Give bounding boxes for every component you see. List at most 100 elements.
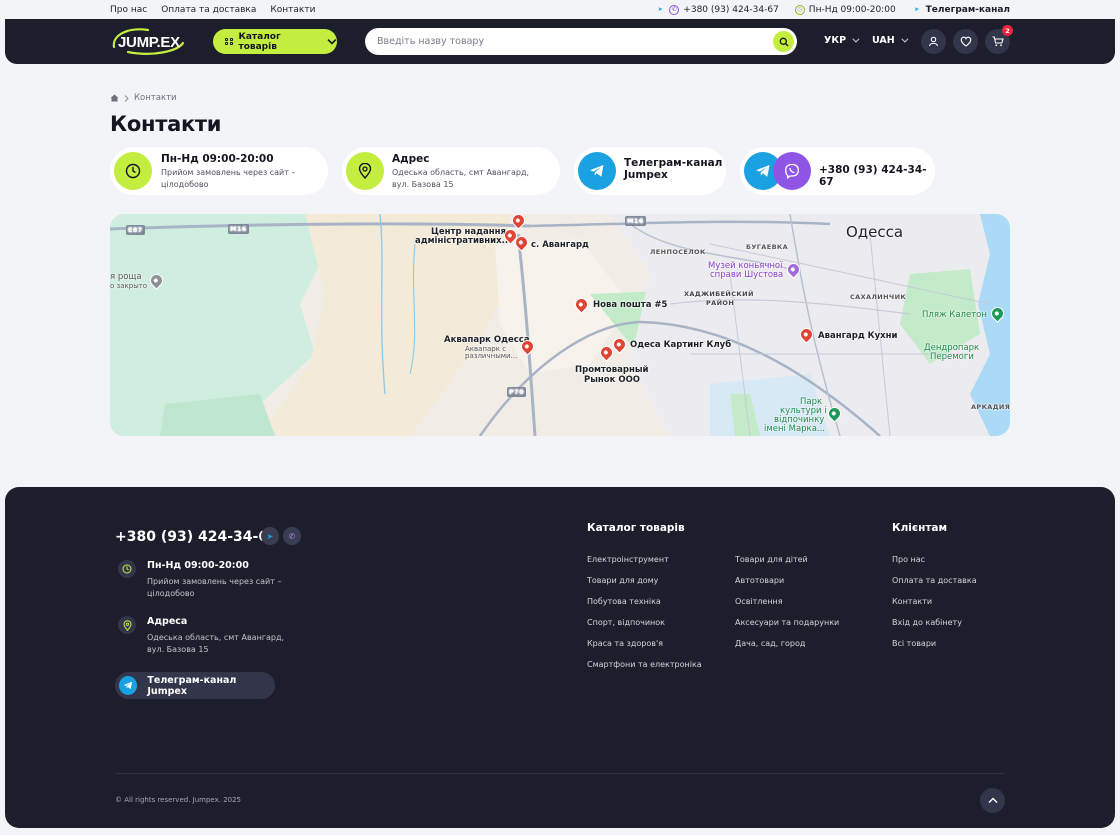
map-label-karting-club: Одеса Картинг Клуб [630,340,732,350]
footer-link-kids[interactable]: Товари для дітей [735,555,839,576]
address-card: Адрес Одеська область, смт Авангард, вул… [342,147,560,195]
top-hours: ◷ Пн-Нд 09:00-20:00 [794,4,896,15]
address-card-line2: вул. Базова 15 [392,180,454,189]
telegram-card-line1: Телеграм-канал [624,157,723,169]
map-label-neighborhood: САХАЛИНЧИК [850,293,907,301]
home-icon[interactable] [110,94,119,102]
search-button[interactable] [773,31,794,52]
footer-address-line1: Одеська область, смт Авангард, [147,633,285,642]
map-label-park: імені Марка... [764,424,826,434]
telegram-icon[interactable]: ➤ [261,527,279,545]
wishlist-button[interactable] [953,29,978,54]
footer-telegram-label: Телеграм-канал Jumpex [147,674,237,697]
footer-phone[interactable]: +380 (93) 424-34-67 [115,529,278,545]
currency-value: UAH [872,35,895,46]
footer-link-home-goods[interactable]: Товари для дому [587,576,702,597]
catalog-button-label: Каталог товарів [238,31,281,52]
chevron-down-icon [901,35,909,43]
footer-catalog-title: Каталог товарів [587,522,685,534]
footer-address-desc: Одеська область, смт Авангард, вул. Базов… [147,632,284,656]
footer-link-auto[interactable]: Автотовари [735,576,839,597]
logo[interactable]: JUMP.EX [108,25,188,57]
footer-hours-line1: Прийом замовлень через сайт – [147,577,282,586]
map-label-dendropark: Перемоги [930,352,974,362]
footer-link-lighting[interactable]: Освітлення [735,597,839,618]
footer-link-all-products[interactable]: Всі товари [892,639,977,660]
footer-link-accessories[interactable]: Аксесуари та подарунки [735,618,839,639]
map-label-market: Рынок ООО [584,375,641,385]
top-phone-text[interactable]: +380 (93) 424-34-67 [683,5,779,15]
hours-card-title: Пн-Нд 09:00-20:00 [161,153,274,165]
currency-selector[interactable]: UAH [872,35,909,46]
map-label-avangard: с. Авангард [531,240,589,250]
viber-icon[interactable]: ✆ [669,4,680,15]
top-telegram-text[interactable]: Телеграм-канал [926,5,1010,15]
address-card-line1: Одеська область, смт Авангард, [392,168,530,177]
telegram-icon [578,152,616,190]
top-link-payment-delivery[interactable]: Оплата та доставка [161,5,256,15]
telegram-icon: ➤ [914,5,920,13]
footer: +380 (93) 424-34-67 ➤ ✆ Пн-Нд 09:00-20:0… [5,487,1115,828]
chevron-up-icon [988,797,997,803]
telegram-card[interactable]: Телеграм-канал Jumpex [574,147,726,195]
map-label-admin-center: адміністративних... [415,236,512,246]
footer-hours-line2: цілодобово [147,589,195,598]
top-nav: Про нас Оплата та доставка Контакти [110,5,315,15]
page-title: Контакти [110,112,222,136]
footer-clients-list: Про нас Оплата та доставка Контакти Вхід… [892,555,977,660]
scroll-to-top-button[interactable] [980,788,1005,813]
search-icon [779,37,788,46]
map-label-grove-closed: о закрыто [110,282,148,290]
top-link-about[interactable]: Про нас [110,5,147,15]
catalog-button[interactable]: Каталог товарів [213,29,337,54]
footer-link-about[interactable]: Про нас [892,555,977,576]
telegram-icon[interactable]: ➤ [655,5,665,15]
viber-icon[interactable]: ✆ [283,527,301,545]
copyright: © All rights reserved. Jumpex. 2025 [115,796,242,804]
footer-hours-title: Пн-Нд 09:00-20:00 [147,560,249,571]
location-pin-icon [118,616,136,634]
language-selector[interactable]: УКР [824,35,860,46]
map-label-beach: Пляж Калетон [922,310,987,320]
footer-link-appliances[interactable]: Побутова техніка [587,597,702,618]
footer-catalog-col2: Товари для дітей Автотовари Освітлення А… [735,555,839,660]
chevron-down-icon [327,38,337,45]
footer-link-power-tools[interactable]: Електроінструмент [587,555,702,576]
map-label-lenposelok: ЛЕНПОСЕЛОК [650,248,706,256]
search-input[interactable] [377,28,757,55]
viber-icon[interactable] [773,152,811,190]
top-phone[interactable]: ➤ ✆ +380 (93) 424-34-67 [655,4,779,15]
cart-count-badge: 2 [1002,25,1013,36]
phone-card[interactable]: +380 (93) 424-34-67 [740,147,935,195]
footer-link-payment-delivery[interactable]: Оплата та доставка [892,576,977,597]
footer-link-garden[interactable]: Дача, сад, город [735,639,839,660]
account-button[interactable] [921,29,946,54]
road-label-e87: E87 [126,225,145,235]
clock-icon: ◷ [794,4,805,15]
footer-link-contacts[interactable]: Контакти [892,597,977,618]
top-bar: Про нас Оплата та доставка Контакти ➤ ✆ … [110,0,1010,19]
location-map[interactable]: E87 M16 M16 P70 Центр надання адміністра… [110,214,1010,436]
cart-button[interactable]: 2 [985,25,1013,54]
clock-icon [114,152,152,190]
footer-link-sport[interactable]: Спорт, відпочинок [587,618,702,639]
footer-link-smartphones[interactable]: Смартфони та електроніка [587,660,702,681]
map-label-bugaevka: БУГАЕВКА [746,243,789,251]
telegram-icon [119,676,138,695]
telegram-card-line2: Jumpex [624,169,668,181]
footer-telegram-button[interactable]: Телеграм-канал Jumpex [115,672,275,699]
hours-card-line2: цілодобово [161,180,209,189]
clock-icon [118,560,136,578]
footer-hours-desc: Прийом замовлень через сайт – цілодобово [147,576,281,600]
phone-card-number[interactable]: +380 (93) 424-34-67 [819,164,935,188]
footer-link-beauty-health[interactable]: Краса та здоров'я [587,639,702,660]
top-link-contacts[interactable]: Контакти [270,5,315,15]
top-telegram-link[interactable]: ➤ Телеграм-канал [912,5,1010,15]
footer-divider [115,773,1005,774]
footer-link-login[interactable]: Вхід до кабінету [892,618,977,639]
map-label-nova-poshta: Нова пошта #5 [593,300,668,310]
heart-icon [960,36,971,47]
footer-clients-title: Клієнтам [892,522,948,534]
cart-icon [992,36,1004,47]
map-label-museum: справи Шустова [710,270,784,280]
